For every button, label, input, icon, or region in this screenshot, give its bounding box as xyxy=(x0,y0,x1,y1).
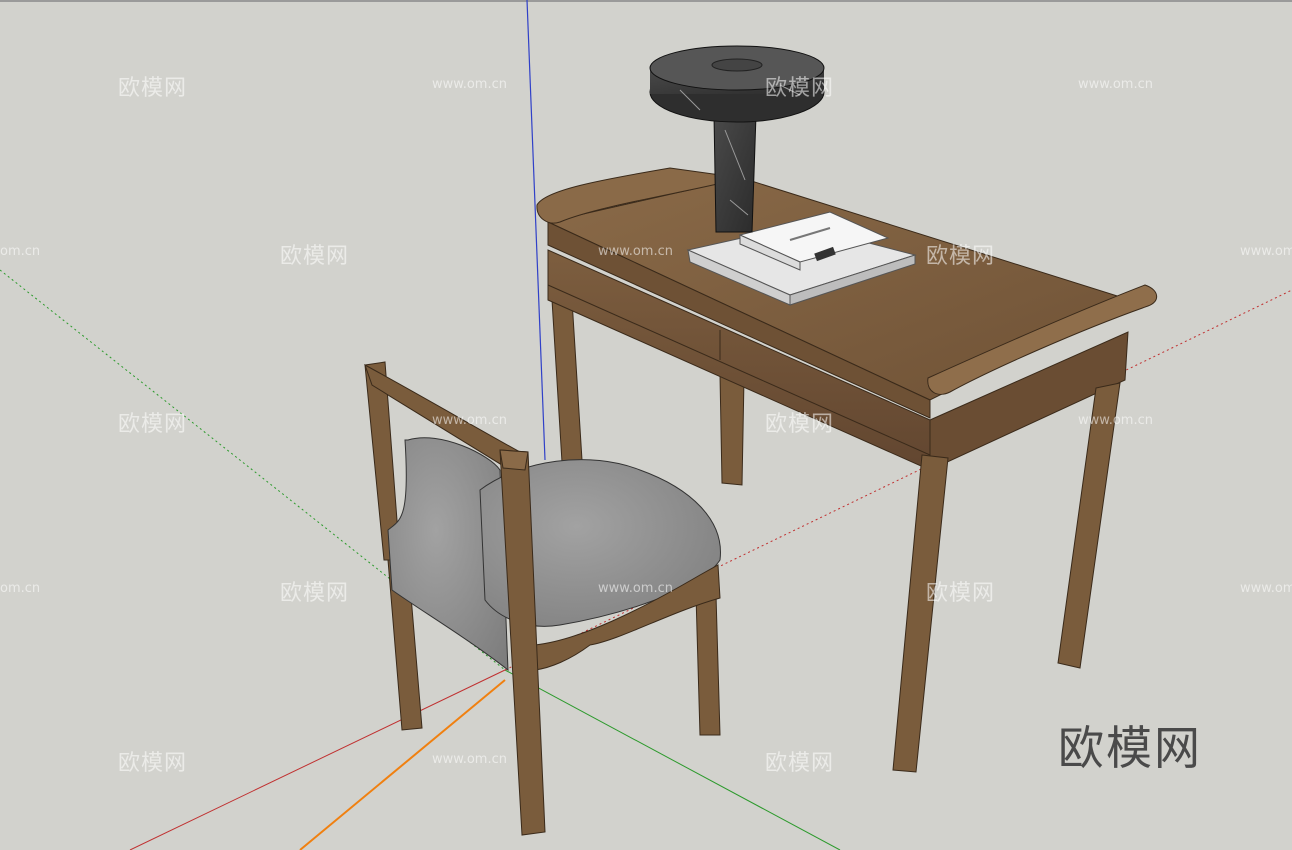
watermark-url: www.om.cn xyxy=(598,581,673,596)
watermark-brand: 欧模网 xyxy=(118,412,188,437)
sketchup-viewport[interactable]: 欧模网 www.om.cn 欧模网 www.om.cn om.cn 欧模网 ww… xyxy=(0,0,1292,850)
watermark-url: www.om.cn xyxy=(432,77,507,92)
watermark-url: om.cn xyxy=(0,581,41,596)
watermark-brand: 欧模网 xyxy=(118,76,188,101)
chair[interactable] xyxy=(364,361,721,836)
big-watermark: 欧模网 xyxy=(1058,721,1202,775)
desk-leg xyxy=(892,454,949,773)
watermark-url: www.om.cn xyxy=(1078,77,1153,92)
watermark-url: www.om.cn xyxy=(1240,244,1292,259)
watermark-brand: 欧模网 xyxy=(926,581,996,606)
desk-leg xyxy=(719,374,745,486)
watermark-brand: 欧模网 xyxy=(118,751,188,776)
watermark-brand: 欧模网 xyxy=(926,244,996,269)
watermark-url: www.om.cn xyxy=(432,752,507,767)
watermark-brand: 欧模网 xyxy=(765,751,835,776)
blue-axis xyxy=(526,0,546,461)
watermark-url: www.om.cn xyxy=(1078,413,1153,428)
watermark-brand: 欧模网 xyxy=(765,412,835,437)
desk-leg xyxy=(551,299,583,463)
lamp-stem xyxy=(713,114,757,233)
watermark-url: www.om.cn xyxy=(598,244,673,259)
watermark-brand: 欧模网 xyxy=(280,581,350,606)
watermark-url: www.om.cn xyxy=(1240,581,1292,596)
watermark-url: om.cn xyxy=(0,244,41,259)
watermark-brand: 欧模网 xyxy=(765,76,835,101)
watermark-brand: 欧模网 xyxy=(280,244,350,269)
watermark-url: www.om.cn xyxy=(432,413,507,428)
